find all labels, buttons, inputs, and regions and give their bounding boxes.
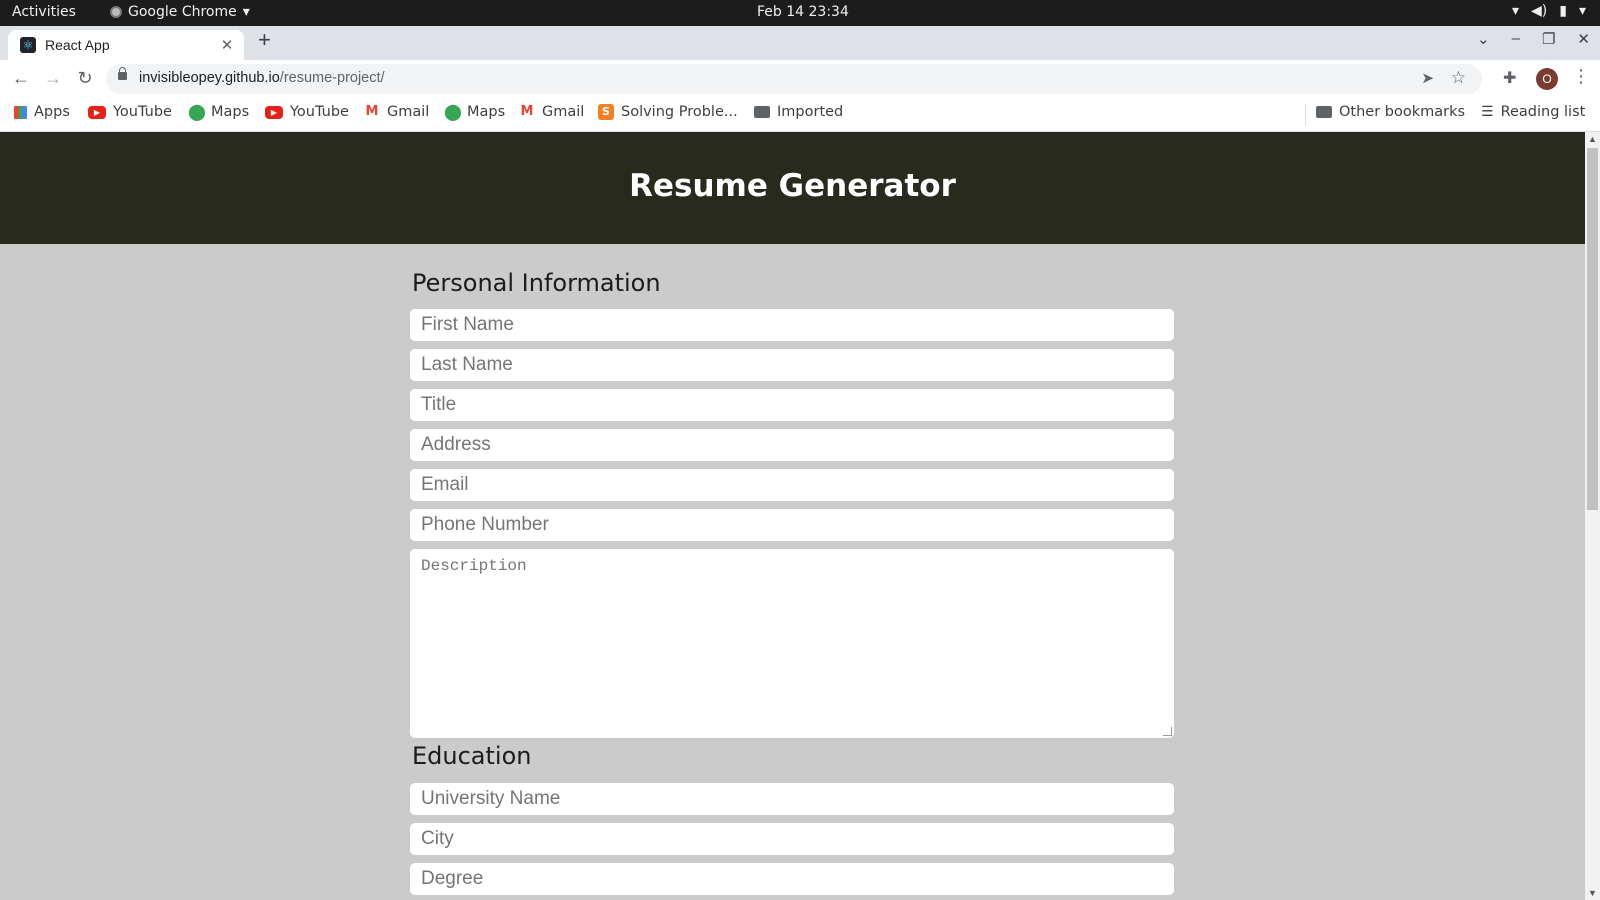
activities-button[interactable]: Activities [12, 4, 76, 20]
reading-list-button[interactable]: ☰ Reading list [1481, 104, 1585, 120]
bookmark-label: Imported [777, 104, 844, 120]
bookmark-label: YouTube [290, 104, 349, 120]
maps-icon: ⬤ [444, 102, 462, 121]
maps-icon: ⬤ [188, 102, 206, 121]
bookmark-label: Maps [467, 104, 506, 120]
bookmark-gmail[interactable]: M Gmail [364, 104, 430, 120]
address-bar[interactable]: invisibleopey.github.io/resume-project/ … [106, 64, 1482, 94]
wifi-icon: ▾ [1511, 3, 1520, 19]
bookmark-youtube[interactable]: ▶ YouTube [265, 104, 349, 120]
bookmark-label: Other bookmarks [1339, 104, 1466, 120]
caret-down-icon: ▾ [242, 4, 250, 20]
bookmark-label: YouTube [113, 104, 172, 120]
close-tab-icon[interactable]: ✕ [218, 36, 236, 54]
section-title-personal: Personal Information [412, 269, 661, 297]
description-textarea[interactable]: Description [410, 549, 1174, 738]
system-top-bar: Activities Google Chrome ▾ Feb 14 23:34 … [0, 0, 1600, 26]
lock-icon[interactable] [118, 67, 127, 80]
section-title-education: Education [412, 742, 532, 770]
youtube-icon: ▶ [88, 105, 106, 119]
apps-grid-icon [14, 105, 27, 119]
bookmark-label: Reading list [1500, 104, 1586, 120]
profile-avatar[interactable]: O [1536, 68, 1558, 90]
tab-react-app[interactable]: ⚛ React App ✕ [8, 30, 244, 60]
window-controls: ⌄ – ❐ ✕ [1477, 30, 1590, 48]
title-input[interactable]: Title [410, 389, 1174, 421]
bookmark-star-icon[interactable]: ☆ [1451, 68, 1466, 88]
phone-number-input[interactable]: Phone Number [410, 509, 1174, 541]
resize-handle-icon[interactable] [1163, 727, 1172, 736]
close-window-icon[interactable]: ✕ [1577, 30, 1590, 48]
app-menu[interactable]: Google Chrome ▾ [110, 4, 250, 20]
app-name: Google Chrome [128, 4, 237, 20]
url-text[interactable]: invisibleopey.github.io/resume-project/ [139, 70, 385, 86]
reading-list-icon: ☰ [1481, 104, 1494, 120]
bookmark-label: Gmail [387, 104, 430, 120]
folder-icon [754, 106, 770, 118]
scroll-down-icon[interactable]: ▼ [1588, 888, 1597, 898]
page-title: Resume Generator [629, 168, 956, 204]
gmail-icon: M [520, 104, 534, 119]
clock[interactable]: Feb 14 23:34 [757, 4, 849, 20]
youtube-icon: ▶ [265, 105, 283, 119]
tab-title: React App [45, 37, 110, 53]
description-placeholder: Description [421, 557, 527, 575]
browser-toolbar: ← → ↻ invisibleopey.github.io/resume-pro… [0, 60, 1600, 98]
caret-down-icon: ▾ [1578, 3, 1586, 19]
city-input[interactable]: City [410, 823, 1174, 855]
bookmark-gmail[interactable]: M Gmail [519, 104, 585, 120]
bookmarks-bar: Apps ▶ YouTube ⬤ Maps ▶ YouTube M Gmail ⬤ Map… [0, 98, 1600, 132]
back-icon[interactable]: ← [10, 68, 32, 89]
tab-strip: ⚛ React App ✕ [0, 26, 1600, 60]
degree-input[interactable]: Degree [410, 863, 1174, 895]
bookmark-label: Solving Proble... [621, 104, 738, 120]
battery-icon: ▮ [1559, 3, 1567, 19]
bookmark-other-bookmarks[interactable]: Other bookmarks [1316, 104, 1465, 120]
last-name-input[interactable]: Last Name [410, 349, 1174, 381]
gmail-icon: M [365, 104, 379, 119]
bookmark-maps[interactable]: ⬤ Maps [444, 102, 506, 121]
bookmark-maps[interactable]: ⬤ Maps [188, 102, 250, 121]
kebab-menu-icon[interactable]: ⋮ [1572, 66, 1590, 87]
bookmark-solving-problems[interactable]: S Solving Proble... [598, 104, 738, 120]
url-path: /resume-project/ [279, 70, 385, 86]
bookmark-imported[interactable]: Imported [754, 104, 843, 120]
first-name-input[interactable]: First Name [410, 309, 1174, 341]
reload-icon[interactable]: ↻ [74, 68, 96, 89]
system-tray[interactable]: ▾ ◀) ▮ ▾ [1512, 3, 1586, 19]
minimize-icon[interactable]: – [1512, 30, 1520, 48]
bookmarks-divider [1305, 104, 1306, 126]
bookmark-label: Maps [211, 104, 250, 120]
scrollbar-thumb[interactable] [1587, 148, 1598, 510]
app-header: Resume Generator [0, 132, 1585, 244]
restore-icon[interactable]: ❐ [1542, 30, 1555, 48]
extensions-icon[interactable]: ✚ [1503, 68, 1516, 88]
scroll-up-icon[interactable]: ▲ [1588, 134, 1597, 144]
page-scrollbar[interactable]: ▲ ▼ [1585, 132, 1600, 900]
email-input[interactable]: Email [410, 469, 1174, 501]
bookmark-label: Gmail [542, 104, 585, 120]
bookmark-apps[interactable]: Apps [14, 104, 70, 120]
tab-search-icon[interactable]: ⌄ [1477, 30, 1490, 48]
address-input[interactable]: Address [410, 429, 1174, 461]
forward-icon[interactable]: → [42, 68, 64, 89]
bookmark-label: Apps [34, 104, 70, 120]
bookmark-youtube[interactable]: ▶ YouTube [88, 104, 172, 120]
stackoverflow-icon: S [598, 104, 614, 120]
volume-icon: ◀) [1531, 3, 1548, 19]
folder-icon [1316, 106, 1332, 118]
url-host: invisibleopey.github.io [139, 70, 280, 86]
page-viewport: Resume Generator Personal Information Fi… [0, 132, 1585, 900]
chrome-icon [110, 6, 122, 18]
react-icon: ⚛ [20, 37, 36, 53]
new-tab-button[interactable]: + [258, 29, 271, 51]
send-tab-icon[interactable]: ➤ [1421, 69, 1434, 87]
university-name-input[interactable]: University Name [410, 783, 1174, 815]
